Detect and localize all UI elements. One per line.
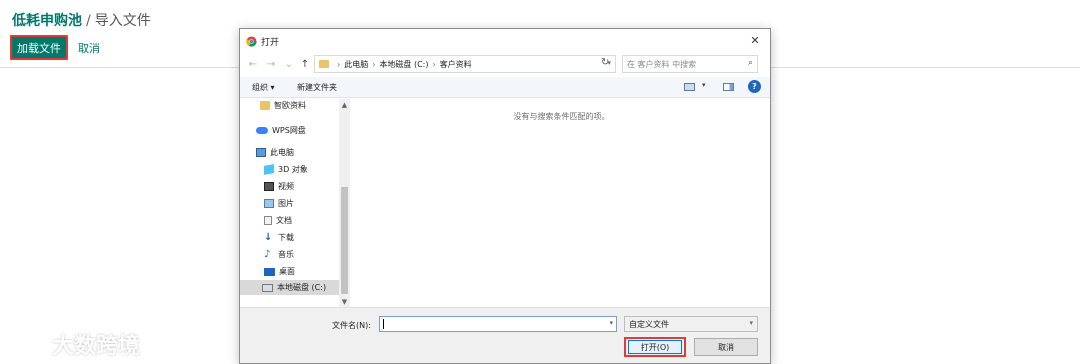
chevron-right-icon: › — [372, 59, 376, 69]
up-arrow-icon[interactable]: ↑ — [298, 57, 312, 71]
change-view-icon[interactable] — [684, 83, 695, 91]
nav-item-label: 文档 — [276, 216, 292, 225]
documents-icon — [264, 216, 272, 225]
load-file-button[interactable]: 加载文件 — [10, 35, 68, 60]
nav-item-pictures[interactable]: 图片 — [264, 196, 294, 211]
nav-item-music[interactable]: ♪ 音乐 — [264, 247, 294, 262]
cancel-link[interactable]: 取消 — [78, 40, 100, 56]
filename-input[interactable]: ▾ — [379, 316, 617, 332]
chevron-down-icon: ▾ — [749, 319, 753, 327]
nav-item-label: 本地磁盘 (C:) — [277, 283, 327, 292]
chevron-right-icon: › — [432, 59, 436, 69]
search-icon: ⌕ — [747, 58, 753, 68]
nav-item-desktop[interactable]: 桌面 — [264, 264, 295, 279]
nav-item-local-disk[interactable]: 本地磁盘 (C:) — [240, 280, 339, 295]
3d-objects-icon — [264, 164, 274, 175]
breadcrumb-separator: / — [86, 13, 91, 29]
download-icon: ↓ — [264, 231, 273, 243]
breadcrumb: 低耗申购池 / 导入文件 — [12, 10, 151, 30]
dialog-toolbar: 组织 ▾ 新建文件夹 ▾ ? — [240, 77, 770, 98]
empty-results-message: 没有与搜索条件匹配的项。 — [513, 112, 610, 121]
navigation-pane: 智欧资料 WPS网盘 此电脑 3D 对象 视频 图片 文档 ↓ 下载 ♪ 音乐 … — [240, 99, 350, 307]
organize-menu-button[interactable]: 组织 ▾ — [252, 82, 275, 93]
help-icon[interactable]: ? — [748, 80, 761, 93]
address-bar[interactable]: › 此电脑 › 本地磁盘 (C:) › 客户资料 ▾ — [314, 55, 616, 73]
preview-pane-icon[interactable] — [723, 83, 734, 91]
chevron-down-icon[interactable]: ▾ — [702, 81, 706, 89]
open-file-dialog: 打开 ✕ ← → ⌄ ↑ › 此电脑 › 本地磁盘 (C:) › 客户资料 ▾ … — [239, 28, 771, 364]
nav-item-label: 桌面 — [279, 267, 295, 276]
filename-label: 文件名(N): — [332, 321, 371, 330]
address-segment-this-pc[interactable]: 此电脑 — [344, 59, 368, 70]
nav-item-label: 视频 — [278, 182, 294, 191]
navigation-scrollbar[interactable]: ▲ ▼ — [339, 99, 350, 307]
nav-item-label: 音乐 — [278, 250, 294, 259]
new-folder-button[interactable]: 新建文件夹 — [297, 82, 337, 93]
nav-item-label: WPS网盘 — [272, 126, 306, 135]
nav-item-this-pc[interactable]: 此电脑 — [256, 145, 294, 160]
recent-locations-icon[interactable]: ⌄ — [282, 57, 296, 71]
folder-icon — [260, 101, 270, 110]
watermark-logo-icon — [8, 334, 45, 354]
refresh-icon[interactable]: ↻ — [601, 57, 609, 68]
nav-item-downloads[interactable]: ↓ 下载 — [264, 230, 294, 245]
open-button-label: 打开(O) — [628, 340, 682, 354]
dialog-titlebar[interactable]: 打开 ✕ — [240, 29, 770, 53]
dialog-cancel-button[interactable]: 取消 — [694, 338, 758, 356]
breadcrumb-current: 导入文件 — [94, 13, 151, 29]
scrollbar-thumb[interactable] — [341, 187, 348, 294]
desktop-icon — [264, 267, 275, 276]
breadcrumb-app-link[interactable]: 低耗申购池 — [12, 13, 82, 29]
text-caret — [383, 319, 384, 329]
navigation-bar: ← → ⌄ ↑ › 此电脑 › 本地磁盘 (C:) › 客户资料 ▾ ↻ 在 客… — [240, 55, 770, 75]
video-icon — [264, 182, 274, 191]
nav-item-label: 此电脑 — [270, 148, 294, 157]
dialog-title: 打开 — [261, 37, 280, 48]
computer-icon — [256, 148, 266, 157]
nav-item-documents[interactable]: 文档 — [264, 213, 292, 228]
cloud-icon — [256, 127, 268, 134]
address-segment-customer-data[interactable]: 客户资料 — [440, 59, 472, 70]
dialog-footer: 文件名(N): ▾ 自定义文件 ▾ 打开(O) 取消 — [240, 307, 770, 363]
chevron-right-icon: › — [337, 59, 341, 69]
music-icon: ♪ — [264, 248, 271, 260]
file-type-select[interactable]: 自定义文件 ▾ — [624, 316, 758, 332]
file-type-value: 自定义文件 — [629, 319, 669, 329]
disk-icon — [262, 283, 273, 292]
nav-item-label: 图片 — [278, 199, 294, 208]
address-segment-local-disk[interactable]: 本地磁盘 (C:) — [379, 59, 428, 70]
back-arrow-icon[interactable]: ← — [246, 57, 260, 71]
watermark: 大数跨境 — [8, 328, 140, 360]
forward-arrow-icon[interactable]: → — [264, 57, 278, 71]
nav-item-label: 3D 对象 — [278, 165, 308, 174]
file-list-area[interactable]: 没有与搜索条件匹配的项。 — [351, 99, 770, 307]
chevron-down-icon[interactable]: ▾ — [609, 319, 613, 327]
nav-item-label: 下载 — [278, 233, 294, 242]
scroll-down-icon[interactable]: ▼ — [339, 296, 350, 307]
chrome-icon — [246, 35, 257, 47]
nav-item-label: 智欧资料 — [274, 101, 306, 110]
scroll-up-icon[interactable]: ▲ — [339, 99, 350, 110]
nav-item-wps-drive[interactable]: WPS网盘 — [256, 123, 306, 138]
folder-icon — [319, 60, 329, 68]
nav-item-videos[interactable]: 视频 — [264, 179, 294, 194]
open-button[interactable]: 打开(O) — [624, 337, 686, 357]
close-icon[interactable]: ✕ — [748, 33, 762, 47]
search-placeholder: 在 客户资料 中搜索 — [627, 59, 697, 69]
nav-item-zhiou-data[interactable]: 智欧资料 — [260, 99, 306, 113]
search-input[interactable]: 在 客户资料 中搜索 ⌕ — [622, 55, 758, 73]
nav-item-3d-objects[interactable]: 3D 对象 — [264, 162, 308, 177]
pictures-icon — [264, 199, 274, 208]
watermark-text: 大数跨境 — [52, 334, 141, 359]
